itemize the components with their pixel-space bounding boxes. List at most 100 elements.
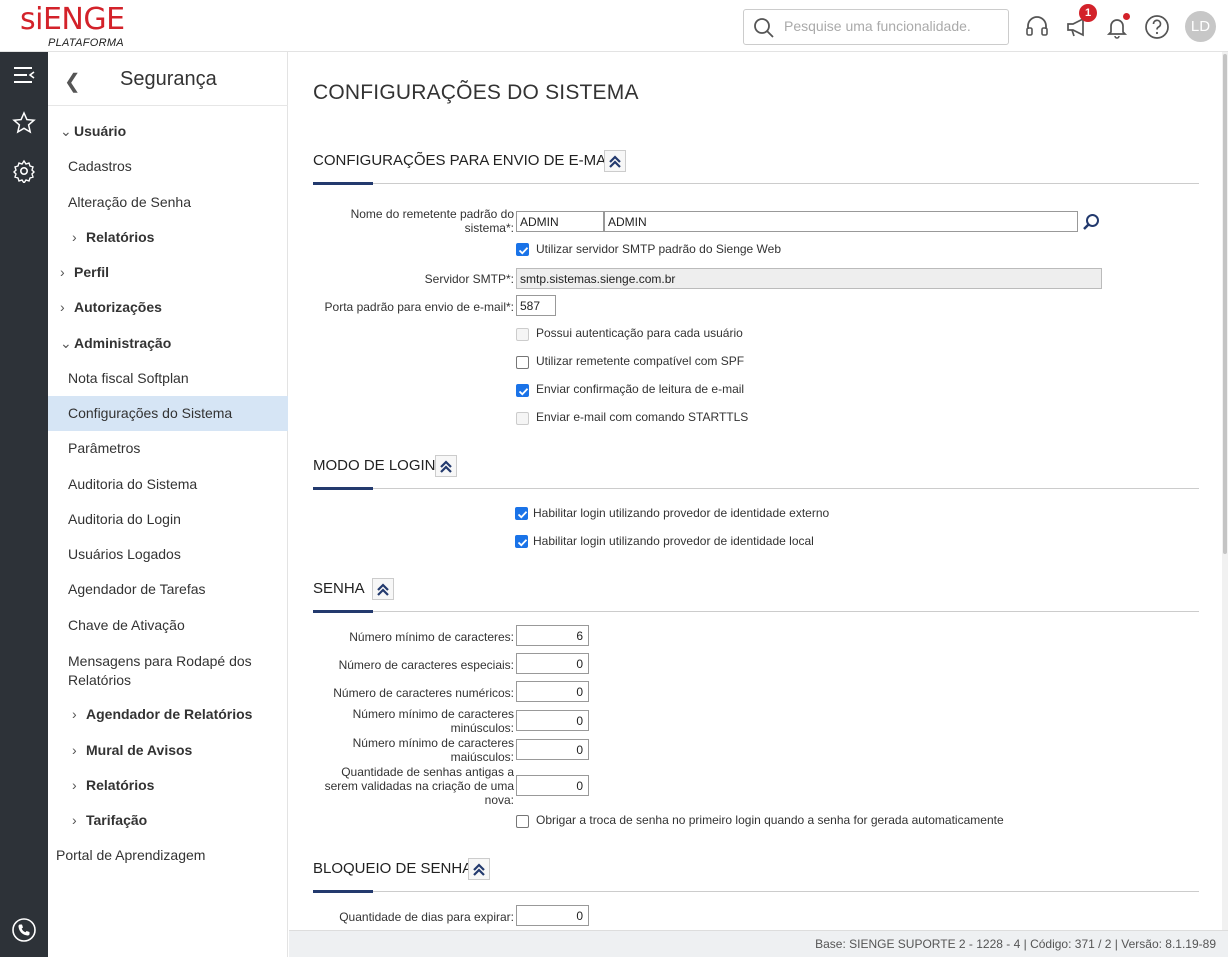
sidebar-item-relatorios-admin[interactable]: › Relatórios: [48, 768, 288, 803]
auth-per-user-checkbox[interactable]: [516, 328, 529, 341]
user-avatar[interactable]: LD: [1185, 11, 1216, 42]
chevron-right-icon: ›: [72, 812, 77, 828]
sidebar-item-auditoria-sistema[interactable]: Auditoria do Sistema: [48, 467, 288, 502]
status-footer: Base: SIENGE SUPORTE 2 - 1228 - 4 | Códi…: [289, 930, 1228, 957]
sidebar-item-parametros[interactable]: Parâmetros: [48, 431, 288, 466]
double-chevron-up-icon: [473, 863, 485, 876]
search-icon: [754, 18, 774, 38]
section-email: CONFIGURAÇÕES PARA ENVIO DE E-MAIL: [313, 150, 1199, 185]
chevron-left-icon[interactable]: ❮: [64, 69, 81, 94]
main-scrollbar[interactable]: [1222, 52, 1228, 930]
smtp-server-field[interactable]: smtp.sistemas.sienge.com.br: [516, 268, 1102, 289]
sidebar-item-label: Configurações do Sistema: [68, 405, 233, 421]
force-change-label: Obrigar a troca de senha no primeiro log…: [536, 813, 1004, 827]
chevron-down-icon: ⌄: [60, 123, 72, 139]
force-change-checkbox[interactable]: [516, 815, 529, 828]
special-chars-field[interactable]: 0: [516, 653, 589, 674]
chevron-down-icon: ⌄: [60, 335, 72, 351]
collapse-button[interactable]: [604, 150, 626, 172]
expire-days-label: Quantidade de dias para expirar:: [339, 910, 514, 924]
section-password: SENHA: [313, 578, 1199, 613]
section-underline: [313, 182, 373, 185]
top-header: siENGE PLATAFORMA 1 LD: [0, 0, 1228, 52]
section-title: SENHA: [313, 580, 365, 597]
expire-days-field[interactable]: 0: [516, 905, 589, 926]
sidebar-header: ❮ Segurança: [48, 52, 288, 106]
min-chars-label: Número mínimo de caracteres:: [349, 630, 514, 644]
sidebar: ❮ Segurança ⌄ Usuário Cadastros Alteração…: [48, 52, 288, 957]
section-title: MODO DE LOGIN: [313, 457, 436, 474]
sidebar-item-perfil[interactable]: › Perfil: [48, 255, 288, 290]
sidebar-item-label: Autorizações: [74, 299, 162, 315]
section-title: CONFIGURAÇÕES PARA ENVIO DE E-MAIL: [313, 152, 619, 169]
local-idp-label: Habilitar login utilizando provedor de i…: [533, 534, 814, 548]
chevron-right-icon: ›: [60, 299, 65, 315]
sidebar-item-agendador-tarefas[interactable]: Agendador de Tarefas: [48, 572, 288, 607]
sidebar-item-configuracoes-sistema[interactable]: Configurações do Sistema: [48, 396, 288, 431]
collapse-button[interactable]: [435, 455, 457, 477]
section-underline: [313, 890, 373, 893]
uppercase-field[interactable]: 0: [516, 739, 589, 760]
phone-icon[interactable]: [12, 918, 36, 942]
auth-per-user-label: Possui autenticação para cada usuário: [536, 326, 743, 340]
sidebar-item-label: Portal de Aprendizagem: [56, 847, 206, 863]
sidebar-item-label: Parâmetros: [68, 440, 141, 456]
sidebar-item-mensagens-rodape[interactable]: Mensagens para Rodapé dos Relatórios: [48, 652, 288, 692]
sidebar-item-label: Auditoria do Sistema: [68, 476, 198, 492]
collapse-button[interactable]: [372, 578, 394, 600]
sienge-logo[interactable]: siENGE PLATAFORMA: [20, 2, 125, 50]
double-chevron-up-icon: [377, 583, 389, 596]
star-icon[interactable]: [12, 111, 36, 135]
lowercase-label: Número mínimo de caracteres minúsculos:: [352, 707, 514, 735]
chevron-right-icon: ›: [60, 264, 65, 280]
sidebar-item-autorizacoes[interactable]: › Autorizações: [48, 290, 288, 325]
lowercase-field[interactable]: 0: [516, 710, 589, 731]
spf-sender-checkbox[interactable]: [516, 356, 529, 369]
sidebar-item-administracao[interactable]: ⌄ Administração: [48, 326, 288, 361]
scrollbar-thumb[interactable]: [1223, 54, 1227, 554]
search-icon[interactable]: [1081, 212, 1101, 232]
chevron-right-icon: ›: [72, 742, 77, 758]
section-login: MODO DE LOGIN: [313, 455, 1199, 490]
min-chars-field[interactable]: 6: [516, 625, 589, 646]
read-confirmation-checkbox[interactable]: [516, 384, 529, 397]
local-idp-checkbox[interactable]: [515, 535, 528, 548]
search-box[interactable]: [743, 9, 1009, 45]
sidebar-item-label: Perfil: [74, 264, 110, 280]
sidebar-item-relatorios-usuario[interactable]: › Relatórios: [48, 220, 288, 255]
sidebar-item-label: Relatórios: [86, 777, 155, 793]
sidebar-item-label: Tarifação: [86, 812, 148, 828]
sidebar-item-portal-aprendizagem[interactable]: Portal de Aprendizagem: [48, 838, 288, 873]
port-field[interactable]: 587: [516, 295, 556, 316]
old-passwords-field[interactable]: 0: [516, 775, 589, 796]
sender-code-field[interactable]: ADMIN: [516, 211, 604, 232]
sidebar-item-alteracao-senha[interactable]: Alteração de Senha: [48, 185, 288, 220]
starttls-checkbox[interactable]: [516, 412, 529, 425]
sidebar-item-chave-ativacao[interactable]: Chave de Ativação: [48, 608, 288, 643]
sidebar-item-auditoria-login[interactable]: Auditoria do Login: [48, 502, 288, 537]
sidebar-item-mural-avisos[interactable]: › Mural de Avisos: [48, 733, 288, 768]
sidebar-item-nota-fiscal[interactable]: Nota fiscal Softplan: [48, 361, 288, 396]
headset-icon[interactable]: [1024, 14, 1050, 40]
external-idp-checkbox[interactable]: [515, 507, 528, 520]
menu-icon[interactable]: [12, 63, 36, 87]
gear-icon[interactable]: [12, 159, 36, 183]
sidebar-item-tarifacao[interactable]: › Tarifação: [48, 803, 288, 838]
icon-rail: [0, 52, 48, 957]
sender-name-field[interactable]: ADMIN: [604, 211, 1078, 232]
search-input[interactable]: [784, 18, 999, 34]
collapse-button[interactable]: [468, 858, 490, 880]
logo-subtitle: PLATAFORMA: [48, 37, 124, 49]
spf-sender-label: Utilizar remetente compatível com SPF: [536, 354, 745, 368]
use-default-smtp-checkbox[interactable]: [516, 243, 529, 256]
special-chars-label: Número de caracteres especiais:: [338, 658, 514, 672]
numeric-chars-field[interactable]: 0: [516, 681, 589, 702]
logo-text: siENGE: [20, 2, 125, 37]
page-title: CONFIGURAÇÕES DO SISTEMA: [313, 81, 639, 104]
help-icon[interactable]: [1144, 14, 1170, 40]
sidebar-item-usuario[interactable]: ⌄ Usuário: [48, 114, 288, 149]
sidebar-item-agendador-relatorios[interactable]: › Agendador de Relatórios: [48, 697, 288, 732]
sidebar-item-cadastros[interactable]: Cadastros: [48, 149, 288, 184]
sidebar-item-usuarios-logados[interactable]: Usuários Logados: [48, 537, 288, 572]
old-passwords-label: Quantidade de senhas antigas a serem vali…: [324, 765, 514, 807]
